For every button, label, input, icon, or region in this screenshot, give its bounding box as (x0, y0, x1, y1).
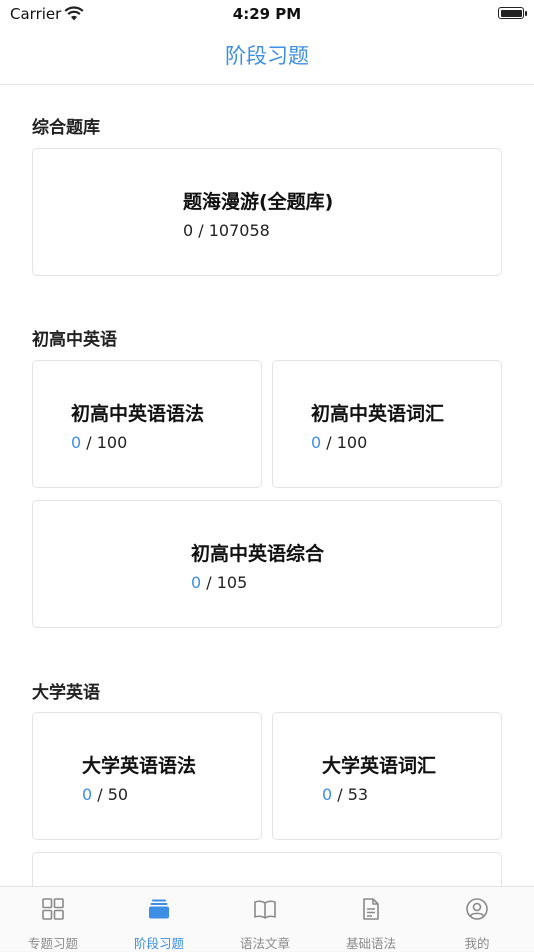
tab-basic-grammar[interactable]: 基础语法 (318, 887, 424, 951)
tab-label: 专题习题 (27, 936, 78, 951)
card-progress: 0 / 50 (82, 785, 129, 804)
card-mh-grammar[interactable]: 初高中英语语法 0 / 100 (32, 360, 262, 488)
tab-me[interactable]: 我的 (424, 887, 530, 951)
document-icon (359, 897, 383, 921)
card-title: 题海漫游(全题库) (183, 191, 334, 213)
card-title: 大学英语语法 (82, 755, 197, 777)
page-title: 阶段习题 (225, 44, 309, 68)
book-icon (253, 897, 277, 921)
tab-stage-exercises[interactable]: 阶段习题 (106, 887, 212, 951)
card-college-grammar[interactable]: 大学英语语法 0 / 50 (32, 712, 262, 840)
stack-icon (147, 897, 171, 921)
card-mh-vocabulary[interactable]: 初高中英语词汇 0 / 100 (272, 360, 502, 488)
section-title-middle-high-english: 初高中英语 (32, 330, 117, 350)
card-title: 大学英语词汇 (322, 755, 437, 777)
battery-icon (498, 7, 527, 19)
tab-topic-exercises[interactable]: 专题习题 (0, 887, 106, 951)
tab-grammar-articles[interactable]: 语法文章 (212, 887, 318, 951)
navigation-bar: 阶段习题 (0, 30, 534, 85)
card-progress: 0 / 100 (311, 433, 368, 452)
card-progress: 0 / 107058 (183, 221, 270, 240)
card-title: 初高中英语词汇 (311, 403, 445, 425)
user-icon (465, 897, 489, 921)
card-mh-comprehensive[interactable]: 初高中英语综合 0 / 105 (32, 500, 502, 628)
tab-bar: 专题习题 阶段习题 语法文章 基础语法 我的 (0, 886, 534, 951)
card-college-partial[interactable] (32, 852, 502, 886)
clock: 4:29 PM (232, 5, 302, 23)
card-full-question-bank[interactable]: 题海漫游(全题库) 0 / 107058 (32, 148, 502, 276)
content-scroll-area[interactable]: 综合题库 题海漫游(全题库) 0 / 107058 初高中英语 初高中英语语法 … (0, 85, 534, 886)
tab-label: 语法文章 (239, 936, 290, 951)
card-progress: 0 / 100 (71, 433, 128, 452)
tab-label: 我的 (464, 936, 490, 951)
card-progress: 0 / 105 (191, 573, 248, 592)
grid-icon (41, 897, 65, 921)
tab-label: 阶段习题 (133, 936, 184, 951)
section-title-college-english: 大学英语 (32, 683, 100, 703)
card-title: 初高中英语语法 (71, 403, 205, 425)
card-college-vocabulary[interactable]: 大学英语词汇 0 / 53 (272, 712, 502, 840)
status-bar: Carrier 4:29 PM (0, 0, 534, 30)
tab-label: 基础语法 (345, 936, 396, 951)
card-progress: 0 / 53 (322, 785, 369, 804)
card-title: 初高中英语综合 (191, 543, 325, 565)
section-title-comprehensive: 综合题库 (32, 118, 100, 138)
